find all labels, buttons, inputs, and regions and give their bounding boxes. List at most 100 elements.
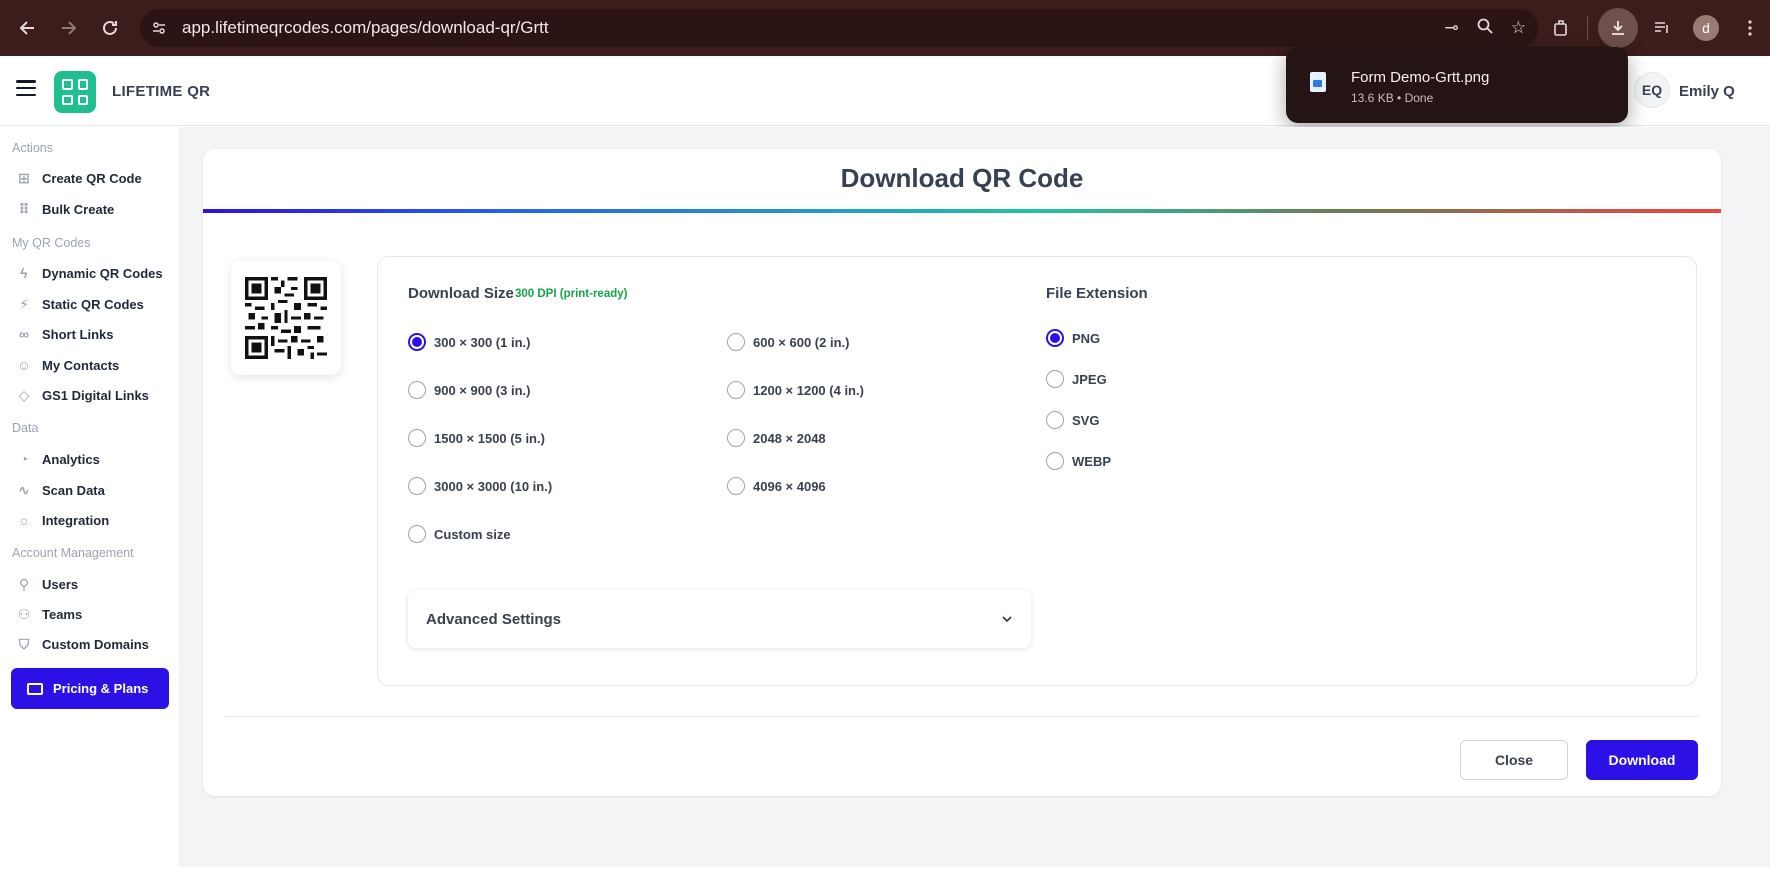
cast-icon[interactable]: ⊸ [1445, 18, 1459, 38]
size-option-1200[interactable]: 1200 × 1200 (4 in.) [727, 381, 864, 399]
user-avatar[interactable]: EQ [1634, 72, 1670, 108]
ext-option-jpeg[interactable]: JPEG [1046, 370, 1107, 388]
sidebar-item-label: Create QR Code [42, 170, 142, 186]
sidebar-item-label: Dynamic QR Codes [42, 265, 163, 281]
back-icon[interactable] [8, 8, 48, 48]
sidebar-item-label: Analytics [42, 451, 100, 467]
option-label: JPEG [1072, 371, 1107, 387]
sidebar: Actions ⊞ Create QR Code ⠿ Bulk Create My … [0, 127, 179, 889]
more-menu-icon[interactable] [1730, 8, 1770, 48]
link-icon: ∞ [19, 326, 29, 342]
chevron-down-icon [1001, 612, 1013, 626]
brand-logo[interactable] [54, 71, 96, 113]
sidebar-item-dynamic-qr[interactable]: ϟ Dynamic QR Codes [16, 262, 163, 284]
address-bar[interactable]: app.lifetimeqrcodes.com/pages/download-q… [140, 9, 1538, 47]
pricing-label: Pricing & Plans [53, 681, 149, 696]
extensions-icon[interactable] [1541, 8, 1581, 48]
option-label: 900 × 900 (3 in.) [434, 382, 531, 398]
reload-icon[interactable] [90, 8, 130, 48]
users-icon: ⚇ [17, 605, 31, 622]
radio-button[interactable] [408, 477, 426, 495]
sidebar-item-custom-domains[interactable]: ⛉ Custom Domains [16, 633, 149, 655]
hamburger-menu-icon[interactable] [16, 80, 36, 96]
sidebar-item-contacts[interactable]: ☺ My Contacts [16, 354, 119, 376]
size-option-1500[interactable]: 1500 × 1500 (5 in.) [408, 429, 545, 447]
sidebar-item-gs1[interactable]: ◇ GS1 Digital Links [16, 384, 149, 406]
sidebar-item-static-qr[interactable]: ⚡ Static QR Codes [16, 293, 144, 315]
radio-button[interactable] [1046, 329, 1064, 347]
radio-button[interactable] [727, 381, 745, 399]
bulb-icon: ☼ [17, 512, 31, 528]
tag-icon: ◇ [18, 386, 30, 403]
advanced-settings-toggle[interactable]: Advanced Settings [408, 590, 1031, 648]
radio-button[interactable] [408, 429, 426, 447]
download-options: Download Size 300 DPI (print-ready) 300 … [377, 256, 1697, 686]
profile-avatar[interactable]: d [1686, 8, 1726, 48]
size-option-4096[interactable]: 4096 × 4096 [727, 477, 826, 495]
download-file-name[interactable]: Form Demo-Grtt.png [1351, 69, 1489, 86]
ext-option-webp[interactable]: WEBP [1046, 452, 1111, 470]
radio-button[interactable] [727, 477, 745, 495]
radio-button[interactable] [408, 333, 426, 351]
zoom-icon[interactable] [1477, 18, 1493, 39]
sidebar-item-scan-data[interactable]: ∿ Scan Data [16, 479, 105, 501]
size-option-600[interactable]: 600 × 600 (2 in.) [727, 333, 849, 351]
radio-button[interactable] [1046, 452, 1064, 470]
size-option-2048[interactable]: 2048 × 2048 [727, 429, 826, 447]
brand-name: LIFETIME QR [112, 83, 211, 100]
option-label: 600 × 600 (2 in.) [753, 334, 850, 350]
radio-button[interactable] [1046, 370, 1064, 388]
sidebar-item-label: Scan Data [42, 482, 105, 498]
activity-icon: ∿ [18, 481, 30, 498]
sidebar-item-label: Users [42, 576, 79, 592]
download-bubble[interactable]: Form Demo-Grtt.png 13.6 KB • Done [1286, 47, 1628, 123]
site-info-icon[interactable] [140, 9, 178, 47]
size-option-900[interactable]: 900 × 900 (3 in.) [408, 381, 530, 399]
sidebar-item-label: Integration [42, 512, 110, 528]
sidebar-item-label: Teams [42, 606, 83, 622]
sidebar-item-analytics[interactable]: ◔ Analytics [16, 448, 100, 470]
sidebar-item-short-links[interactable]: ∞ Short Links [16, 323, 114, 345]
sidebar-item-label: Static QR Codes [42, 296, 144, 312]
ext-option-png[interactable]: PNG [1046, 329, 1100, 347]
qr-code-image [245, 277, 327, 359]
sidebar-section-my-qr: My QR Codes [12, 236, 91, 250]
size-option-custom[interactable]: Custom size [408, 525, 511, 543]
radio-button[interactable] [727, 333, 745, 351]
forward-icon[interactable] [48, 8, 88, 48]
bookmark-star-icon[interactable]: ☆ [1511, 18, 1526, 38]
sidebar-item-teams[interactable]: ⚇ Teams [16, 603, 83, 625]
size-option-3000[interactable]: 3000 × 3000 (10 in.) [408, 477, 552, 495]
plus-square-icon: ⊞ [18, 169, 30, 186]
close-button[interactable]: Close [1460, 740, 1568, 780]
sidebar-item-bulk-create[interactable]: ⠿ Bulk Create [16, 198, 115, 220]
radio-button[interactable] [408, 381, 426, 399]
option-label: 3000 × 3000 (10 in.) [434, 478, 553, 494]
reading-list-icon[interactable] [1642, 8, 1682, 48]
user-name[interactable]: Emily Q [1679, 83, 1735, 100]
download-qr-panel: Download QR Code Download Size 300 DPI (… [203, 149, 1721, 796]
sidebar-item-label: Short Links [42, 326, 114, 342]
pricing-plans-button[interactable]: Pricing & Plans [11, 668, 169, 709]
sidebar-item-label: GS1 Digital Links [42, 387, 149, 403]
radio-button[interactable] [1046, 411, 1064, 429]
sidebar-item-create-qr[interactable]: ⊞ Create QR Code [16, 167, 142, 189]
ext-option-svg[interactable]: SVG [1046, 411, 1099, 429]
radio-button[interactable] [727, 429, 745, 447]
toolbar-divider [1587, 16, 1588, 40]
size-option-300[interactable]: 300 × 300 (1 in.) [408, 333, 530, 351]
download-button[interactable]: Download [1586, 740, 1698, 780]
download-meta: 13.6 KB • Done [1351, 91, 1434, 105]
radio-button[interactable] [408, 525, 426, 543]
option-label: SVG [1072, 412, 1100, 428]
sidebar-item-integration[interactable]: ☼ Integration [16, 509, 110, 531]
download-icon[interactable] [1598, 8, 1638, 48]
option-label: 4096 × 4096 [753, 478, 826, 494]
contacts-icon: ☺ [16, 357, 32, 373]
profile-initial: d [1693, 15, 1719, 41]
url-text: app.lifetimeqrcodes.com/pages/download-q… [182, 18, 549, 37]
sidebar-item-label: My Contacts [42, 357, 120, 373]
sidebar-item-users[interactable]: ⚲ Users [16, 573, 78, 595]
grid-icon: ⠿ [18, 200, 30, 217]
file-extension-heading: File Extension [1046, 285, 1148, 302]
